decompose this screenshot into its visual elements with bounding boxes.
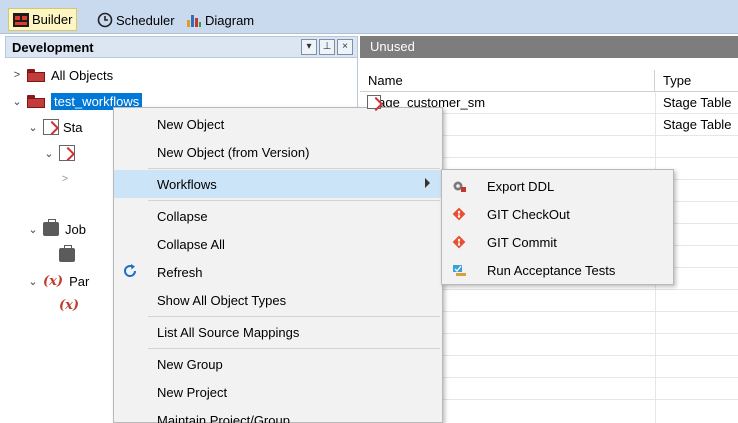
parameter-icon: (x) <box>59 297 80 313</box>
scheduler-icon <box>97 12 113 28</box>
submenu-item-run-acceptance-tests[interactable]: Run Acceptance Tests <box>442 256 673 284</box>
menu-separator <box>148 316 440 317</box>
menu-item-label: New Object <box>157 117 225 132</box>
tree-item-stage-subgroup[interactable]: ⌄ <box>43 142 79 164</box>
row-type-cell: Stage Table <box>663 95 732 110</box>
menu-item-workflows[interactable]: Workflows <box>114 170 442 198</box>
chevron-down-icon[interactable]: ⌄ <box>43 147 55 160</box>
job-icon <box>43 219 59 236</box>
refresh-icon <box>122 263 138 282</box>
menu-item-label: Workflows <box>157 177 217 192</box>
git-icon <box>452 207 466 221</box>
chevron-right-icon[interactable]: > <box>11 69 23 81</box>
tree-item-collapsed[interactable]: > <box>59 168 75 190</box>
submenu-item-export-ddl[interactable]: Export DDL <box>442 172 673 200</box>
menu-item-label: Collapse All <box>157 237 225 252</box>
parameter-icon: (x) <box>43 273 64 289</box>
column-header-type[interactable]: Type <box>655 70 738 92</box>
menu-item-collapse[interactable]: Collapse <box>114 202 442 230</box>
workflows-submenu: Export DDL GIT CheckOut GIT Commit Run A… <box>441 169 674 285</box>
menu-item-new-object[interactable]: New Object <box>114 110 442 138</box>
job-icon <box>59 245 75 262</box>
submenu-item-git-checkout[interactable]: GIT CheckOut <box>442 200 673 228</box>
menu-item-maintain-project-group[interactable]: Maintain Project/Group <box>114 406 442 423</box>
menu-item-label: Refresh <box>157 265 203 280</box>
tab-builder[interactable]: Builder <box>8 8 78 31</box>
column-header-name[interactable]: Name <box>360 70 655 92</box>
row-type-cell: Stage Table <box>663 117 732 132</box>
menu-item-label: Show All Object Types <box>157 293 287 308</box>
tab-builder-label: Builder <box>32 12 73 27</box>
panel-dropdown-button[interactable]: ▾ <box>301 39 317 55</box>
stage-table-icon <box>367 95 381 109</box>
chevron-down-icon[interactable]: ⌄ <box>27 121 39 134</box>
tree-item-label: All Objects <box>51 67 114 83</box>
submenu-item-git-commit[interactable]: GIT Commit <box>442 228 673 256</box>
chevron-down-icon[interactable]: ⌄ <box>27 275 39 288</box>
menu-item-list-all-source-mappings[interactable]: List All Source Mappings <box>114 318 442 346</box>
tab-scheduler[interactable]: Scheduler <box>93 8 179 32</box>
menu-item-label: Collapse <box>157 209 208 224</box>
tab-scheduler-label: Scheduler <box>116 12 175 28</box>
menu-item-collapse-all[interactable]: Collapse All <box>114 230 442 258</box>
export-ddl-icon <box>452 179 466 193</box>
menu-item-refresh[interactable]: Refresh <box>114 258 442 286</box>
menu-separator <box>148 168 440 169</box>
menu-item-new-object-from-version[interactable]: New Object (from Version) <box>114 138 442 166</box>
git-icon <box>452 235 466 249</box>
menu-separator <box>148 200 440 201</box>
submenu-item-label: Run Acceptance Tests <box>487 263 616 278</box>
unused-panel-header: Unused <box>360 36 738 58</box>
panel-close-button[interactable]: × <box>337 39 353 55</box>
submenu-item-label: Export DDL <box>487 179 555 194</box>
chevron-right-icon[interactable]: > <box>59 173 71 185</box>
folder-icon <box>27 94 45 108</box>
tree-item-label: Par <box>69 273 90 289</box>
tree-item-job-child[interactable] <box>59 244 81 266</box>
tree-item-label: Job <box>65 221 86 237</box>
menu-item-show-all-object-types[interactable]: Show All Object Types <box>114 286 442 314</box>
menu-item-label: New Object (from Version) <box>157 145 310 160</box>
folder-icon <box>27 68 45 82</box>
stage-table-icon <box>43 119 59 135</box>
builder-icon <box>13 12 29 28</box>
tree-item-parameter-child[interactable]: (x) <box>59 294 85 316</box>
submenu-arrow-icon <box>425 178 430 188</box>
menu-item-label: New Project <box>157 385 228 400</box>
tab-diagram[interactable]: Diagram <box>182 8 258 32</box>
chevron-down-icon[interactable]: ⌄ <box>11 95 23 108</box>
panel-pin-button[interactable]: ⊥ <box>319 39 335 55</box>
menu-item-label: New Group <box>157 357 223 372</box>
menu-separator <box>148 348 440 349</box>
stage-table-icon <box>59 145 75 161</box>
submenu-item-label: GIT Commit <box>487 235 557 250</box>
chevron-down-icon[interactable]: ⌄ <box>27 223 39 236</box>
tab-bar: Builder Scheduler Diagram <box>0 0 738 34</box>
tree-item-jobs[interactable]: ⌄ Job <box>27 218 86 240</box>
menu-item-label: List All Source Mappings <box>157 325 300 340</box>
tree-item-all-objects[interactable]: > All Objects <box>11 64 113 86</box>
diagram-icon <box>186 12 202 28</box>
tree-item-label: Sta <box>63 119 83 135</box>
acceptance-test-icon <box>452 263 466 277</box>
submenu-item-label: GIT CheckOut <box>487 207 570 222</box>
context-menu: New Object New Object (from Version) Wor… <box>113 107 443 423</box>
menu-item-new-project[interactable]: New Project <box>114 378 442 406</box>
development-panel-header: Development ▾ ⊥ × <box>5 36 358 58</box>
menu-item-label: Maintain Project/Group <box>157 413 290 423</box>
tree-item-parameters[interactable]: ⌄ (x) Par <box>27 270 89 292</box>
tab-diagram-label: Diagram <box>205 12 255 28</box>
menu-item-new-group[interactable]: New Group <box>114 350 442 378</box>
tree-item-stage-tables[interactable]: ⌄ Sta <box>27 116 83 138</box>
panel-title: Development <box>12 40 94 55</box>
